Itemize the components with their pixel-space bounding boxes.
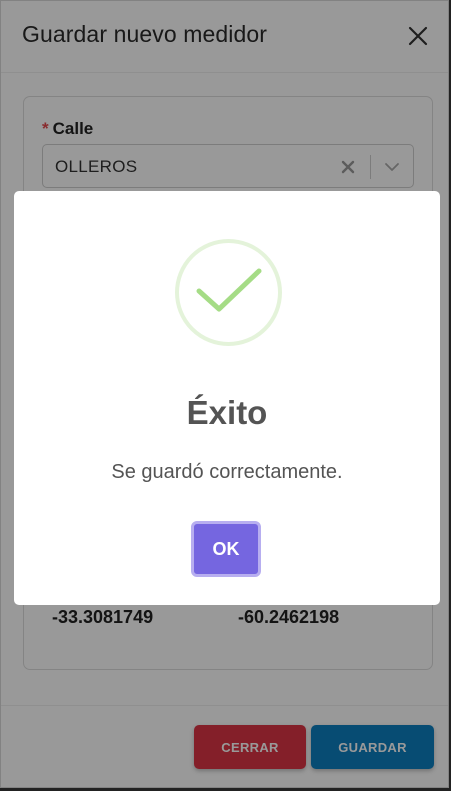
ok-button[interactable]: OK: [191, 521, 261, 577]
success-alert: Éxito Se guardó correctamente. OK: [14, 191, 440, 605]
success-check-icon: [196, 268, 262, 312]
alert-message: Se guardó correctamente.: [111, 461, 343, 483]
alert-title: Éxito: [186, 394, 268, 431]
